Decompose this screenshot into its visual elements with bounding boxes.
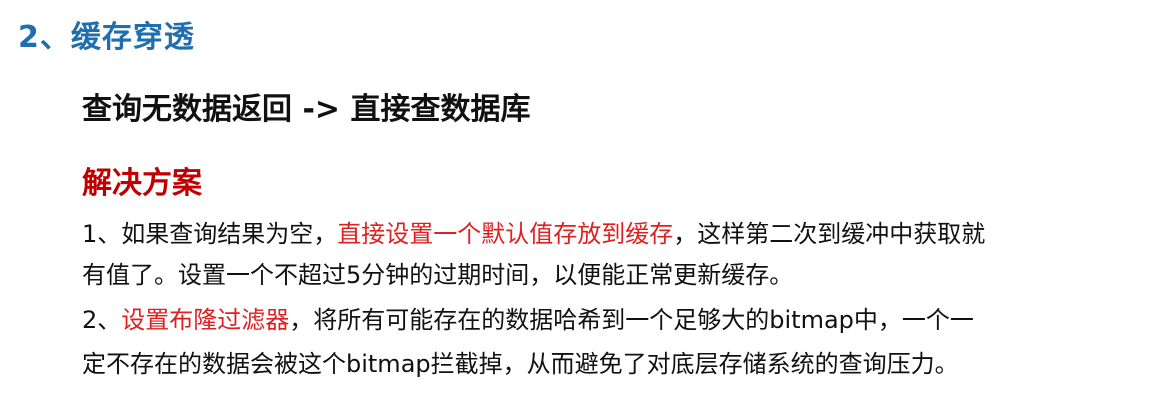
solution-2-prefix: 2、 [82, 306, 122, 334]
section-heading: 2、缓存穿透 [18, 20, 195, 55]
solution-2-line-1: 2、设置布隆过滤器，将所有可能存在的数据哈希到一个足够大的bitmap中，一个一 [82, 306, 1142, 334]
solution-title: 解决方案 [82, 166, 202, 201]
solution-1-continuation: 有值了。设置一个不超过5分钟的过期时间，以便能正常更新缓存。 [82, 261, 794, 289]
solution-1-line-2: 有值了。设置一个不超过5分钟的过期时间，以便能正常更新缓存。 [82, 261, 1142, 289]
solution-1-highlight: 直接设置一个默认值存放到缓存 [337, 220, 674, 248]
solution-2-continuation: 定不存在的数据会被这个bitmap拦截掉，从而避免了对底层存储系统的查询压力。 [82, 350, 959, 378]
solution-2-highlight: 设置布隆过滤器 [121, 306, 290, 334]
solution-1-suffix: ，这样第二次到缓冲中获取就 [673, 220, 986, 248]
solution-2-suffix: ，将所有可能存在的数据哈希到一个足够大的bitmap中，一个一 [289, 306, 974, 334]
problem-statement: 查询无数据返回 -> 直接查数据库 [82, 92, 531, 127]
slide: 2、缓存穿透 查询无数据返回 -> 直接查数据库 解决方案 1、如果查询结果为空… [0, 0, 1149, 403]
solution-1-line-1: 1、如果查询结果为空，直接设置一个默认值存放到缓存，这样第二次到缓冲中获取就 [82, 220, 1142, 248]
solution-1-prefix: 1、如果查询结果为空， [82, 220, 338, 248]
solution-2-line-2: 定不存在的数据会被这个bitmap拦截掉，从而避免了对底层存储系统的查询压力。 [82, 350, 1142, 378]
